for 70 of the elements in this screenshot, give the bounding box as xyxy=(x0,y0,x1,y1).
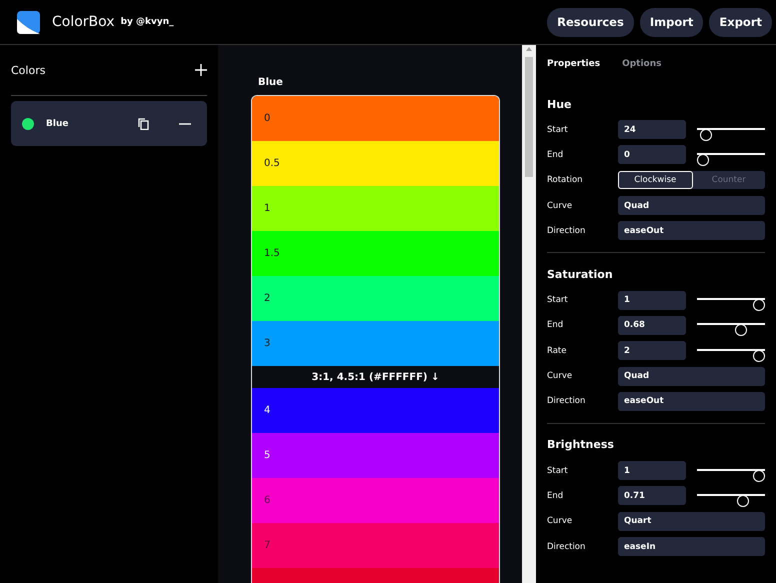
panel-tab[interactable]: Options xyxy=(622,59,662,69)
field-label: Start xyxy=(547,295,569,306)
number-field[interactable]: 24 xyxy=(618,120,686,140)
color-swatch: 0.5 xyxy=(252,141,499,186)
number-field[interactable]: 1 xyxy=(618,461,686,480)
number-field[interactable]: 2 xyxy=(618,341,686,360)
field-label: Rate xyxy=(547,346,568,356)
select-field[interactable]: easeIn xyxy=(618,537,765,556)
slider-track[interactable] xyxy=(697,468,765,483)
color-swatch: 6 xyxy=(252,478,499,523)
header-button[interactable]: Export xyxy=(709,8,772,36)
rotation-toggle[interactable]: Clockwise xyxy=(618,171,692,190)
slider-track[interactable] xyxy=(697,494,765,508)
field-label: End xyxy=(547,150,564,160)
section-title: Brightness xyxy=(547,437,615,454)
field-label: Direction xyxy=(547,396,586,406)
field-label: Rotation xyxy=(547,175,584,186)
field-label: Direction xyxy=(547,542,586,552)
slider-thumb[interactable] xyxy=(736,494,749,507)
slider-track[interactable] xyxy=(697,323,765,338)
section-title: Saturation xyxy=(547,266,614,283)
slider-thumb[interactable] xyxy=(753,299,765,312)
field-label: End xyxy=(547,320,564,330)
slider-thumb[interactable] xyxy=(753,350,765,362)
color-swatch: 5 xyxy=(252,433,499,478)
field-label: Direction xyxy=(547,226,586,236)
select-field[interactable]: Quad xyxy=(618,366,765,386)
color-swatch: 0 xyxy=(252,96,499,141)
slider-thumb[interactable] xyxy=(697,154,709,166)
add-icon[interactable] xyxy=(195,64,207,76)
field-label: Start xyxy=(547,466,569,476)
number-field[interactable]: 0 xyxy=(618,145,686,164)
number-field[interactable]: 1 xyxy=(618,290,686,310)
section-title: Hue xyxy=(547,96,572,112)
header-button[interactable]: Resources xyxy=(547,8,634,36)
color-swatch: 1 xyxy=(252,186,499,231)
slider-thumb[interactable] xyxy=(700,128,712,141)
slider-thumb[interactable] xyxy=(735,324,748,336)
slider-thumb[interactable] xyxy=(753,470,765,482)
slider-track[interactable] xyxy=(697,298,765,312)
select-field[interactable]: Quad xyxy=(618,196,765,216)
field-label: Start xyxy=(547,124,569,135)
panel-tab[interactable]: Properties xyxy=(547,59,600,69)
color-name: Blue xyxy=(46,118,70,128)
sidebar-title: Colors xyxy=(11,64,46,76)
select-field[interactable]: easeOut xyxy=(618,392,765,411)
slider-track[interactable] xyxy=(697,348,765,363)
color-swatch: 1.5 xyxy=(252,231,499,276)
color-swatch: 2 xyxy=(252,276,499,321)
color-swatch: 4 xyxy=(252,388,499,433)
color-swatch: 3 xyxy=(252,321,499,366)
app-name: ColorBox xyxy=(52,14,115,30)
select-field[interactable]: easeOut xyxy=(618,221,765,240)
color-swatch: 7 xyxy=(252,523,499,568)
palette-title: Blue xyxy=(257,76,284,90)
field-label: End xyxy=(547,490,564,501)
color-list-item[interactable]: Blue xyxy=(11,101,207,146)
field-label: Curve xyxy=(547,200,574,211)
author-byline: by @kvyn_ xyxy=(120,17,174,27)
field-label: Curve xyxy=(547,516,574,526)
slider-track[interactable] xyxy=(697,128,765,142)
logo-icon xyxy=(17,10,40,34)
scrollbar-thumb[interactable] xyxy=(525,57,533,177)
field-label: Curve xyxy=(547,371,574,382)
header-button[interactable]: Import xyxy=(640,8,704,36)
slider-track[interactable] xyxy=(697,152,765,167)
select-field[interactable]: Quart xyxy=(618,512,765,531)
number-field[interactable]: 0.68 xyxy=(618,316,686,335)
number-field[interactable]: 0.71 xyxy=(618,486,686,506)
copy-icon[interactable] xyxy=(138,118,149,130)
